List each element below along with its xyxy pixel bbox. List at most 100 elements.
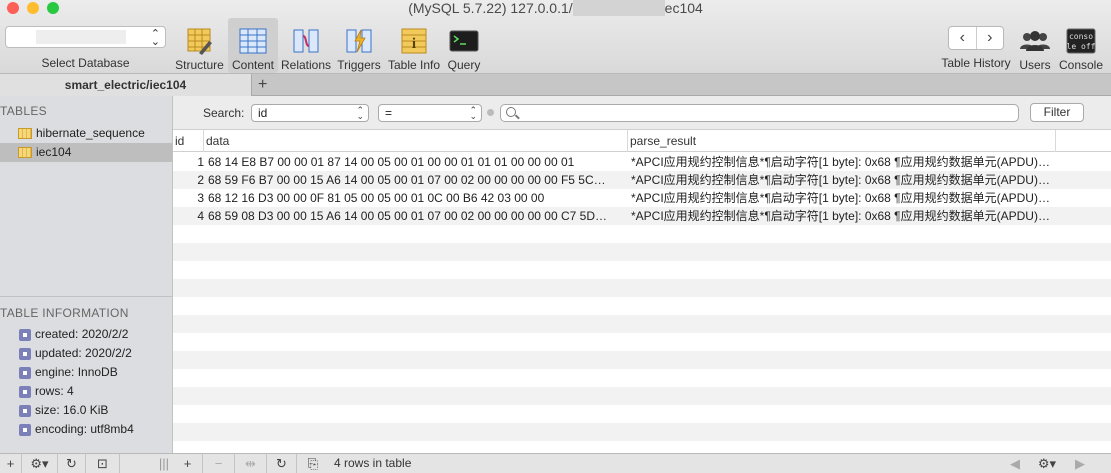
table-row[interactable]: 4 68 59 08 D3 00 00 15 A6 14 00 05 00 01 … bbox=[173, 207, 1111, 225]
sidebar-divider[interactable] bbox=[0, 296, 172, 297]
structure-icon bbox=[187, 28, 212, 55]
info-text: updated: 2020/2/2 bbox=[35, 346, 132, 360]
cell-id[interactable]: 2 bbox=[173, 171, 204, 189]
app-window: (MySQL 5.7.22) 127.0.0.1/ec104 ⌃ ⌄ Select… bbox=[0, 0, 1111, 473]
cell-id[interactable]: 3 bbox=[173, 189, 204, 207]
column-header-data[interactable]: data bbox=[204, 130, 628, 152]
cell-id[interactable]: 4 bbox=[173, 207, 204, 225]
content-button[interactable]: Content bbox=[228, 18, 278, 73]
empty-row bbox=[173, 369, 1111, 387]
structure-label: Structure bbox=[175, 58, 224, 72]
info-engine: engine: InnoDB bbox=[0, 363, 172, 382]
info-text: rows: 4 bbox=[35, 384, 74, 398]
table-item-label: iec104 bbox=[36, 145, 72, 159]
users-icon bbox=[1020, 31, 1050, 51]
info-text: engine: InnoDB bbox=[35, 365, 118, 379]
relations-icon bbox=[293, 29, 319, 53]
info-bullet-icon bbox=[19, 386, 31, 398]
chevron-updown-icon: ⌃ ⌄ bbox=[356, 105, 364, 121]
cell-parse-result[interactable]: *APCI应用规约控制信息*¶启动字符[1 byte]: 0x68 ¶应用规约数… bbox=[631, 189, 1051, 207]
table-actions-gear-icon[interactable]: ⚙▾ bbox=[22, 454, 58, 473]
info-updated: updated: 2020/2/2 bbox=[0, 344, 172, 363]
filter-button[interactable]: Filter bbox=[1030, 103, 1084, 122]
info-size: size: 16.0 KiB bbox=[0, 401, 172, 420]
query-button[interactable]: Query bbox=[444, 18, 484, 73]
cell-data[interactable]: 68 59 F6 B7 00 00 15 A6 14 00 05 00 01 0… bbox=[208, 171, 618, 189]
grid-rows: 1 68 14 E8 B7 00 00 01 87 14 00 05 00 01 … bbox=[173, 153, 1111, 441]
pagination-gear-icon[interactable]: ⚙▾ bbox=[1032, 454, 1062, 473]
table-item-iec104[interactable]: iec104 bbox=[0, 143, 172, 162]
filter-field-select[interactable]: id ⌃ ⌄ bbox=[251, 104, 369, 122]
refresh-button[interactable]: ↻ bbox=[267, 454, 297, 473]
column-header-id[interactable]: id bbox=[173, 130, 204, 152]
edit-sql-icon[interactable]: ⎘ bbox=[300, 454, 326, 473]
filter-tables-button[interactable]: ⊡ bbox=[86, 454, 120, 473]
table-history-button[interactable]: Table History bbox=[940, 56, 1012, 72]
table-item-hibernate-sequence[interactable]: hibernate_sequence bbox=[0, 124, 172, 143]
table-info-icon: i bbox=[401, 28, 427, 54]
tables-heading: TABLES bbox=[0, 104, 47, 118]
filter-operator-select[interactable]: = ⌃ ⌄ bbox=[378, 104, 482, 122]
add-table-button[interactable]: + bbox=[0, 454, 22, 473]
cell-data[interactable]: 68 14 E8 B7 00 00 01 87 14 00 05 00 01 0… bbox=[208, 153, 618, 171]
info-text: encoding: utf8mb4 bbox=[35, 422, 134, 436]
tab-smart-electric-iec104[interactable]: smart_electric/iec104 bbox=[0, 74, 252, 96]
table-row[interactable]: 2 68 59 F6 B7 00 00 15 A6 14 00 05 00 01 … bbox=[173, 171, 1111, 189]
info-rows: rows: 4 bbox=[0, 382, 172, 401]
table-icon bbox=[18, 128, 32, 139]
query-label: Query bbox=[447, 58, 481, 72]
bottom-bar: + ⚙▾ ↻ ⊡ ||| + − ⇹ ↻ ⎘ 4 rows in table ◀… bbox=[0, 453, 1111, 473]
table-history-label: Table History bbox=[941, 56, 1011, 70]
column-header-parse-result[interactable]: parse_result bbox=[628, 130, 1056, 152]
database-select[interactable]: ⌃ ⌄ bbox=[5, 26, 166, 48]
refresh-tables-button[interactable]: ↻ bbox=[58, 454, 86, 473]
triggers-button[interactable]: Triggers bbox=[335, 18, 383, 73]
table-info-button[interactable]: i Table Info bbox=[386, 18, 442, 73]
remove-row-button[interactable]: − bbox=[203, 454, 235, 473]
back-button[interactable]: ‹ bbox=[949, 27, 977, 49]
title-table: ec104 bbox=[664, 0, 703, 16]
title-connection: (MySQL 5.7.22) 127.0.0.1/ bbox=[408, 0, 573, 16]
chevron-updown-icon: ⌃ ⌄ bbox=[150, 28, 160, 48]
next-page-button[interactable]: ▶ bbox=[1065, 454, 1095, 473]
info-bullet-icon bbox=[19, 424, 31, 436]
cell-data[interactable]: 68 12 16 D3 00 00 0F 81 05 00 05 00 01 0… bbox=[208, 189, 618, 207]
cell-id[interactable]: 1 bbox=[173, 153, 204, 171]
empty-row bbox=[173, 261, 1111, 279]
triggers-label: Triggers bbox=[337, 58, 381, 72]
cell-data[interactable]: 68 59 08 D3 00 00 15 A6 14 00 05 00 01 0… bbox=[208, 207, 618, 225]
triggers-icon bbox=[346, 29, 372, 53]
row-count-status: 4 rows in table bbox=[334, 456, 412, 470]
chevron-updown-icon: ⌃ ⌄ bbox=[469, 105, 477, 121]
filter-value-input[interactable] bbox=[500, 104, 1019, 122]
cell-parse-result[interactable]: *APCI应用规约控制信息*¶启动字符[1 byte]: 0x68 ¶应用规约数… bbox=[631, 171, 1051, 189]
table-row[interactable]: 3 68 12 16 D3 00 00 0F 81 05 00 05 00 01 … bbox=[173, 189, 1111, 207]
toolbar: (MySQL 5.7.22) 127.0.0.1/ec104 ⌃ ⌄ Select… bbox=[0, 0, 1111, 74]
users-button[interactable]: Users bbox=[1015, 18, 1055, 73]
search-icon bbox=[506, 107, 516, 117]
table-history-nav: ‹ › bbox=[948, 26, 1004, 50]
cell-parse-result[interactable]: *APCI应用规约控制信息*¶启动字符[1 byte]: 0x68 ¶应用规约数… bbox=[631, 153, 1051, 171]
empty-row bbox=[173, 333, 1111, 351]
empty-row bbox=[173, 225, 1111, 243]
structure-button[interactable]: Structure bbox=[173, 18, 226, 73]
table-item-label: hibernate_sequence bbox=[36, 126, 145, 140]
filter-status-dot bbox=[487, 109, 494, 116]
query-icon bbox=[449, 30, 479, 52]
cell-parse-result[interactable]: *APCI应用规约控制信息*¶启动字符[1 byte]: 0x68 ¶应用规约数… bbox=[631, 207, 1051, 225]
previous-page-button[interactable]: ◀ bbox=[1000, 454, 1030, 473]
table-row[interactable]: 1 68 14 E8 B7 00 00 01 87 14 00 05 00 01 … bbox=[173, 153, 1111, 171]
info-bullet-icon bbox=[19, 367, 31, 379]
forward-button[interactable]: › bbox=[977, 27, 1004, 49]
empty-row bbox=[173, 279, 1111, 297]
split-handle-icon[interactable]: ||| bbox=[155, 454, 173, 473]
add-tab-button[interactable]: + bbox=[258, 74, 267, 95]
relations-button[interactable]: Relations bbox=[280, 18, 332, 73]
window-title: (MySQL 5.7.22) 127.0.0.1/ec104 bbox=[0, 0, 1111, 17]
tab-bar: smart_electric/iec104 + bbox=[0, 74, 1111, 96]
grid-header: id data parse_result bbox=[173, 130, 1111, 152]
duplicate-row-button[interactable]: ⇹ bbox=[235, 454, 267, 473]
add-row-button[interactable]: + bbox=[173, 454, 203, 473]
console-button[interactable]: conso le off Console bbox=[1057, 18, 1105, 73]
table-icon bbox=[18, 147, 32, 158]
